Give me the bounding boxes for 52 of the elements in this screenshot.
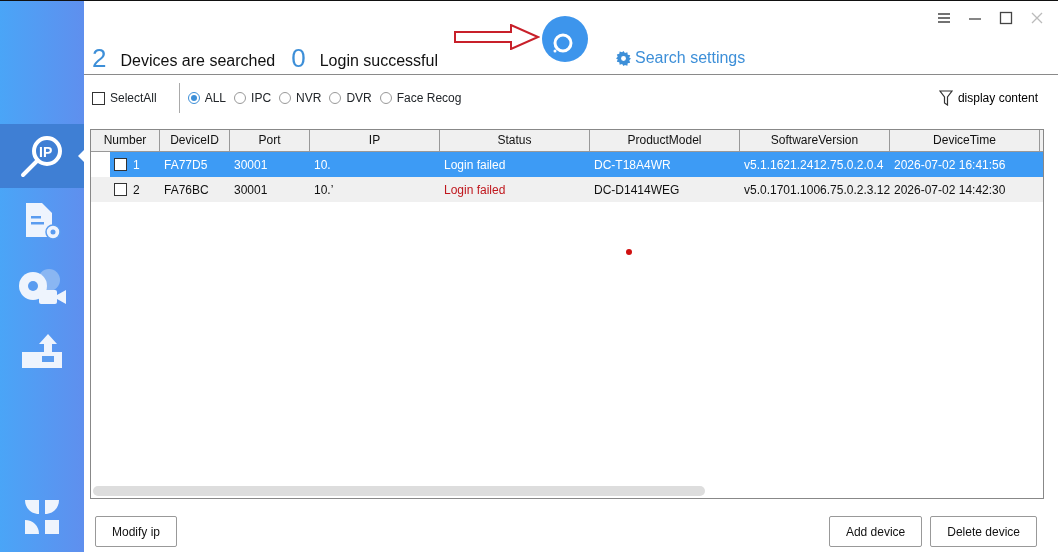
type-radio[interactable]: DVR <box>329 89 372 107</box>
column-header[interactable]: Number <box>91 130 160 151</box>
table-cell-text: FA77D5 <box>163 156 208 174</box>
type-radio[interactable]: NVR <box>279 89 322 107</box>
table-cell-text: 30001 <box>233 156 268 174</box>
login-count: 0 <box>291 43 306 73</box>
table-cell-text: 2026-07-02 16:41:56 <box>893 156 1006 174</box>
column-header[interactable]: IP <box>310 130 440 151</box>
table-cell-text: v5.0.1701.1006.75.0.2.3.12 <box>743 181 891 199</box>
table-cell-text: 10. <box>313 156 331 174</box>
table-row[interactable]: 2 FA76BC 30001 10.’ Login failed DC-D1414WEG v5.0.1701.1006.75.0.2.3.12 2026-07-02 14:42:30 <box>91 177 1043 202</box>
row-checkbox[interactable] <box>114 183 127 196</box>
table-cell-text: 10.’ <box>313 181 334 199</box>
modify-ip-button[interactable]: Modify ip <box>95 516 178 547</box>
table-cell-text: 2026-07-02 14:42:30 <box>893 181 1006 199</box>
dot-mark <box>626 249 632 255</box>
action-button[interactable]: Add device <box>828 516 923 547</box>
sidebar-item[interactable]: IP <box>0 124 84 188</box>
column-header[interactable]: DeviceID <box>160 130 230 151</box>
table-cell-text: v5.1.1621.2412.75.0.2.0.4 <box>743 156 884 174</box>
column-header[interactable]: Port <box>230 130 310 151</box>
status-text: Login failed <box>443 156 506 174</box>
row-checkbox[interactable] <box>114 158 127 171</box>
column-header[interactable]: DeviceTime <box>890 130 1040 151</box>
column-header[interactable]: ProductModel <box>590 130 740 151</box>
table-cell-text: DC-D1414WEG <box>593 181 680 199</box>
table-cell-text: 30001 <box>233 181 268 199</box>
status-text: Login failed <box>443 181 506 199</box>
type-radio[interactable]: Face Recog <box>379 89 462 107</box>
table-cell-text: 2 <box>133 181 140 199</box>
table-cell-text: FA76BC <box>163 181 209 199</box>
scrollbar[interactable] <box>93 486 705 496</box>
type-radio[interactable]: ALL <box>187 89 227 107</box>
display-content-button[interactable]: display content <box>932 88 1044 108</box>
action-button[interactable]: Delete device <box>930 516 1037 547</box>
device-count: 2 <box>92 43 107 73</box>
search-button[interactable] <box>542 16 588 62</box>
close-icon[interactable] <box>1030 11 1044 25</box>
filter-icon <box>938 90 953 106</box>
table-cell-text: 1 <box>133 156 140 174</box>
column-header[interactable]: Status <box>440 130 590 151</box>
type-radio[interactable]: IPC <box>234 89 272 107</box>
upload-icon <box>20 332 64 370</box>
settings-icon <box>616 50 631 66</box>
menu-icon[interactable] <box>937 11 951 25</box>
select-all-checkbox[interactable]: SelectAll <box>92 89 157 107</box>
table-cell-text: DC-T18A4WR <box>593 156 671 174</box>
login-label: Login successful <box>319 51 438 71</box>
devices-label: Devices are searched <box>120 51 276 71</box>
column-header[interactable]: SoftwareVersion <box>740 130 890 151</box>
maximize-icon[interactable] <box>999 11 1013 25</box>
search-settings-link[interactable]: Search settings <box>610 45 752 73</box>
